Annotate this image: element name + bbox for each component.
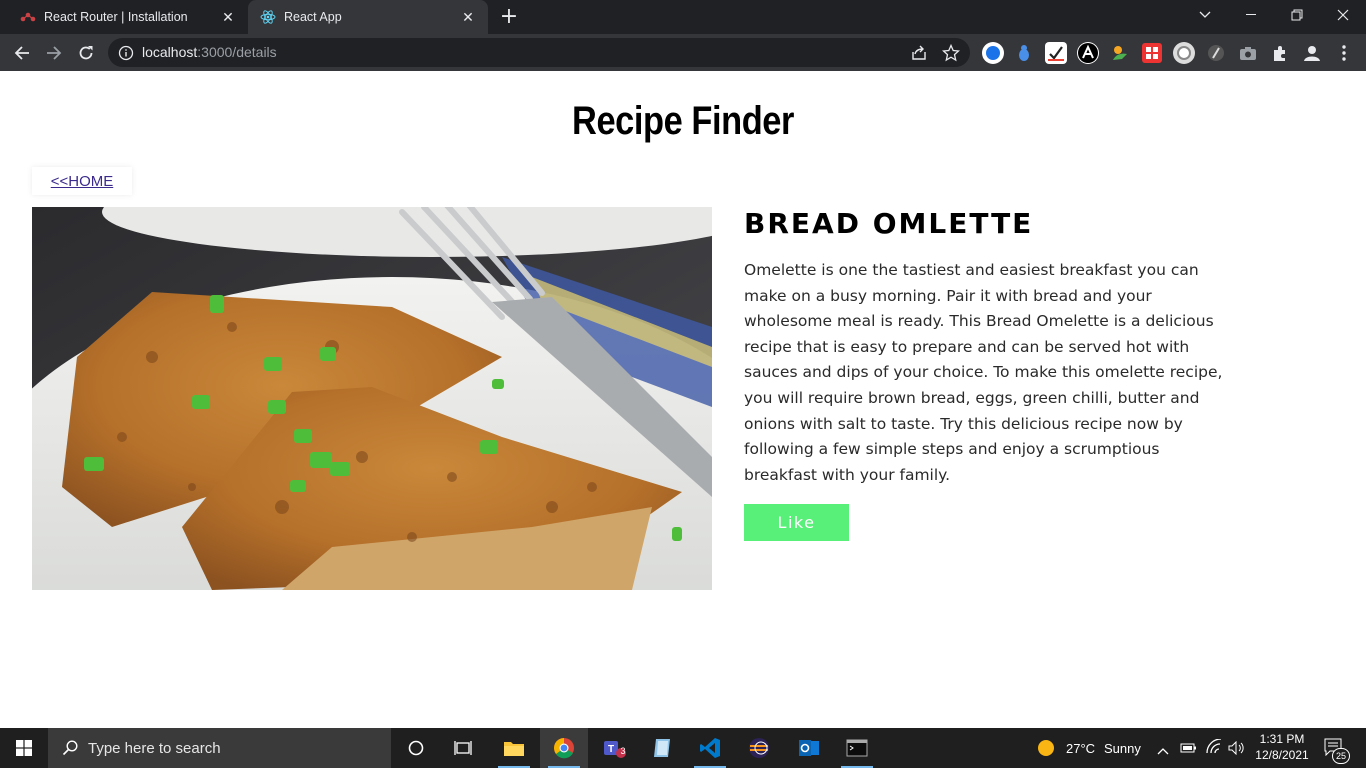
url-text[interactable]: localhost:3000/details (142, 44, 277, 60)
close-tab-icon[interactable]: ✕ (220, 9, 236, 25)
weather-temp[interactable]: 27°C (1066, 741, 1095, 756)
recipe-description: Omelette is one the tastiest and easiest… (744, 261, 1223, 484)
teams-badge: 3 (620, 746, 626, 756)
weather-text[interactable]: Sunny (1104, 741, 1141, 756)
tab-react-app[interactable]: React App ✕ (248, 0, 488, 34)
browser-toolbar: localhost:3000/details (0, 34, 1366, 71)
file-explorer-icon[interactable] (490, 728, 538, 768)
circle-ext-icon[interactable] (1173, 42, 1195, 64)
react-router-icon (20, 9, 36, 25)
slash-ext-icon[interactable] (1206, 43, 1226, 63)
tab-react-router[interactable]: React Router | Installation ✕ (8, 0, 248, 34)
teams-icon[interactable]: T 3 (590, 728, 638, 768)
new-tab-button[interactable]: + (498, 6, 520, 29)
menu-icon[interactable] (1334, 43, 1354, 63)
task-view-icon[interactable] (440, 728, 488, 768)
check-ext-icon[interactable] (1045, 42, 1067, 64)
wifi-icon[interactable] (1205, 738, 1223, 759)
like-button[interactable]: Like (744, 504, 849, 541)
battery-icon[interactable] (1180, 740, 1198, 759)
tab-title: React App (284, 10, 342, 24)
close-tab-icon[interactable]: ✕ (460, 9, 476, 25)
react-icon (260, 9, 276, 25)
angular-ext-icon[interactable] (1077, 42, 1099, 64)
minimize-icon[interactable] (1228, 0, 1274, 30)
chrome-icon[interactable] (540, 728, 588, 768)
svg-text:T: T (608, 744, 614, 755)
page-title: Recipe Finder (572, 99, 794, 143)
weather-sun-icon (1037, 739, 1055, 761)
forward-arrow-icon[interactable] (40, 39, 68, 67)
puzzle-icon[interactable] (1270, 43, 1290, 63)
share-icon[interactable] (910, 44, 928, 62)
page-content: Recipe Finder <<HOME BREAD OMLETTE Omele… (0, 71, 1366, 728)
close-window-icon[interactable] (1320, 0, 1366, 30)
terminal-icon[interactable] (833, 728, 881, 768)
eclipse-icon[interactable] (735, 728, 783, 768)
restore-icon[interactable] (1274, 0, 1320, 30)
taskbar-search-box[interactable]: Type here to search (48, 728, 391, 768)
volume-icon[interactable] (1228, 740, 1246, 759)
vscode-icon[interactable] (686, 728, 734, 768)
home-link[interactable]: <<HOME (32, 167, 132, 195)
site-info-icon[interactable] (118, 45, 134, 61)
tab-strip: React Router | Installation ✕ React App … (0, 0, 1366, 34)
bug-ext-icon[interactable] (1014, 43, 1034, 63)
profile-icon[interactable] (1302, 43, 1322, 63)
url-path: :3000/details (197, 44, 277, 60)
leaf-ext-icon[interactable] (1110, 43, 1130, 63)
taskbar: Type here to search T 3 27°C Sunny 1:31 … (0, 728, 1366, 768)
recipe-name: BREAD OMLETTE (744, 207, 1034, 240)
tab-search-chevron-icon[interactable] (1182, 0, 1228, 30)
windows-start-icon[interactable] (0, 728, 48, 768)
notes-app-icon[interactable] (638, 728, 686, 768)
reload-icon[interactable] (72, 39, 100, 67)
search-icon (62, 740, 78, 756)
bookmark-star-icon[interactable] (941, 43, 961, 62)
back-arrow-icon[interactable] (8, 39, 36, 67)
clock-date: 12/8/2021 (1255, 748, 1309, 762)
tab-title: React Router | Installation (44, 10, 188, 24)
address-bar[interactable]: localhost:3000/details (108, 38, 970, 67)
search-placeholder: Type here to search (88, 739, 221, 757)
cortana-icon[interactable] (392, 728, 440, 768)
system-clock[interactable]: 1:31 PM 12/8/2021 (1253, 731, 1311, 763)
notification-count: 25 (1332, 748, 1350, 764)
recipe-image (32, 207, 712, 590)
camera-ext-icon[interactable] (1238, 43, 1258, 63)
edge-ext-icon[interactable] (982, 42, 1004, 64)
grid-ext-icon[interactable] (1142, 43, 1162, 63)
clock-time: 1:31 PM (1259, 732, 1305, 746)
chevron-up-icon[interactable] (1157, 741, 1169, 760)
outlook-icon[interactable] (785, 728, 833, 768)
url-host: localhost (142, 44, 198, 60)
